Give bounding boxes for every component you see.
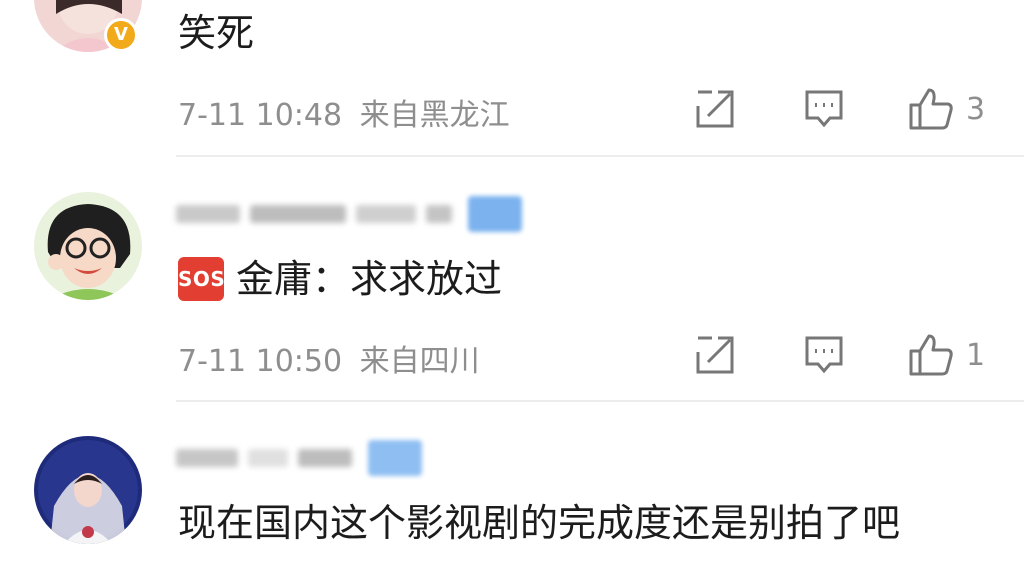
comment-location: 来自黑龙江 [359,98,510,133]
comment-meta: 7-11 10:50 来自四川 [178,336,480,380]
comment-icon [805,90,843,128]
reply-button[interactable] [804,84,844,134]
comment-text: 现在国内这个影视剧的完成度还是别拍了吧 [178,501,901,545]
verified-badge-icon: V [104,18,138,52]
comment-icon [805,336,843,374]
level-badge-icon [368,440,422,476]
comment-actions: 1 [690,330,1000,380]
comment-actions: 3 [690,84,1000,134]
avatar[interactable] [34,192,142,300]
divider [176,155,1024,157]
avatar[interactable] [34,436,142,544]
comment-location: 来自四川 [359,344,480,379]
comment-timestamp: 7-11 10:50 [178,344,343,379]
comment-text: 笑死 [178,11,255,55]
like-count: 1 [966,337,986,373]
username-blurred[interactable] [176,194,522,234]
comment-text: SOS 金庸：求求放过 [178,254,502,304]
like-icon [909,88,953,130]
share-icon [696,90,734,128]
level-badge-icon [468,196,522,232]
share-button[interactable] [694,330,736,380]
comment-text-body: 金庸：求求放过 [236,257,503,301]
comment-timestamp: 7-11 10:48 [178,98,343,133]
divider [176,400,1024,402]
like-icon [909,334,953,376]
sos-emoji-icon: SOS [178,256,225,301]
share-icon [696,336,734,374]
username-blurred[interactable] [176,438,422,478]
like-button[interactable]: 3 [908,84,985,134]
share-button[interactable] [694,84,736,134]
like-button[interactable]: 1 [908,330,985,380]
reply-button[interactable] [804,330,844,380]
like-count: 3 [966,91,986,127]
comment-meta: 7-11 10:48 来自黑龙江 [178,90,510,134]
